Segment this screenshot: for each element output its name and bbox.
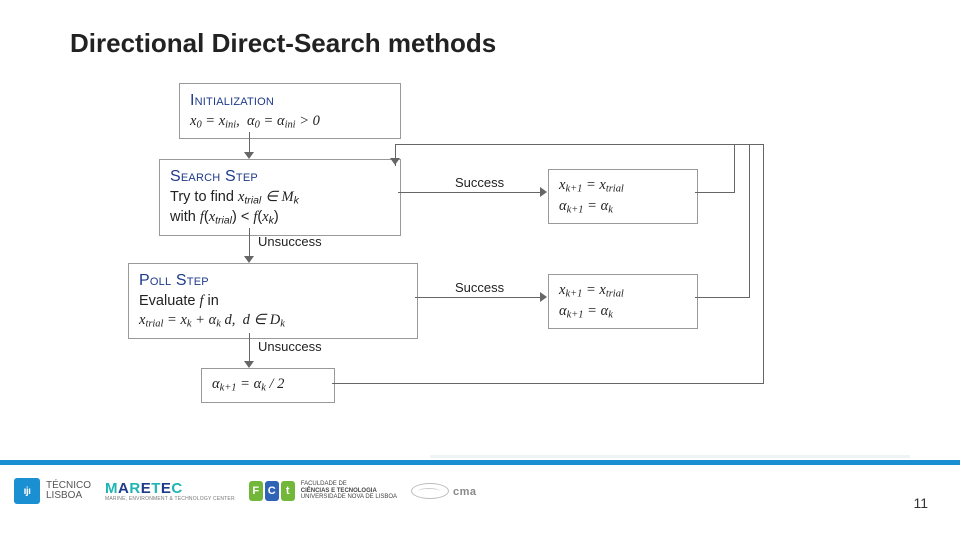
flowchart: Initialization x0 = xini, α0 = αini > 0 … [0,0,960,540]
unsuccess-label-2: Unsuccess [258,339,322,354]
logo-fct: F C t FACULDADE DE CIÊNCIAS E TECNOLOGIA… [249,481,397,501]
unsuccess-label-1: Unsuccess [258,234,322,249]
loop-head [390,158,400,165]
init-caption: Initialization [190,90,390,112]
accent-bar [0,460,960,465]
succ1-line1: xk+1 = xtrial [559,176,687,197]
logo-row: ıjı TÉCNICO LISBOA MARETEC MARINE, ENVIR… [14,478,477,504]
slide: Directional Direct-Search methods Initia… [0,0,960,540]
cma-icon [411,483,449,499]
loop-right-2b [749,144,750,298]
arrow-poll-success-head [540,292,547,302]
arrow-init-search [249,132,250,154]
fct-icon: F C t [249,481,295,501]
halve-box: αk+1 = αk / 2 [201,368,335,403]
cma-text: cma [453,486,477,498]
loop-halve-a [332,383,764,384]
succ2-line1: xk+1 = xtrial [559,281,687,302]
init-body: x0 = xini, α0 = αini > 0 [190,112,390,133]
arrow-poll-success [415,297,542,298]
fct-line1: FACULDADE DE [301,481,397,488]
loop-top-rail [395,144,764,145]
init-box: Initialization x0 = xini, α0 = αini > 0 [179,83,401,139]
loop-right-1a [695,192,735,193]
tecnico-text: TÉCNICO LISBOA [46,481,91,502]
halve-body: αk+1 = αk / 2 [212,375,324,396]
arrow-search-poll-head [244,256,254,263]
page-number: 11 [913,495,928,511]
search-box: Search Step Try to find xtrial ∈ Mk with… [159,159,401,236]
logo-tecnico: ıjı TÉCNICO LISBOA [14,478,91,504]
search-caption: Search Step [170,166,390,188]
arrow-poll-halve [249,333,250,363]
loop-right-1b [734,144,735,193]
poll-body2: xtrial = xk + αk d, d ∈ Dk [139,311,407,332]
arrow-init-search-head [244,152,254,159]
fct-line2: CIÊNCIAS E TECNOLOGIA [301,488,397,495]
arrow-search-success [398,192,542,193]
loop-right-2a [695,297,750,298]
arrow-search-success-head [540,187,547,197]
succ1-line2: αk+1 = αk [559,197,687,218]
fct-text: FACULDADE DE CIÊNCIAS E TECNOLOGIA UNIVE… [301,481,397,501]
tecnico-line2: LISBOA [46,491,91,502]
success-label-1: Success [455,175,504,190]
logo-cma: cma [411,482,477,500]
loop-halve-b [763,144,764,384]
arrow-poll-halve-head [244,361,254,368]
succ2-line2: αk+1 = αk [559,302,687,323]
tecnico-icon: ıjı [14,478,40,504]
arrow-search-poll [249,228,250,258]
poll-body1: Evaluate f in [139,292,407,312]
success-update-1: xk+1 = xtrial αk+1 = αk [548,169,698,224]
faint-divider [430,455,910,458]
search-body1: Try to find xtrial ∈ Mk [170,188,390,209]
fct-line3: UNIVERSIDADE NOVA DE LISBOA [301,494,397,501]
logo-maretec: MARETEC MARINE, ENVIRONMENT & TECHNOLOGY… [105,480,235,502]
poll-caption: Poll Step [139,270,407,292]
search-body2: with f(xtrial) < f(xk) [170,208,390,229]
poll-box: Poll Step Evaluate f in xtrial = xk + αk… [128,263,418,339]
success-label-2: Success [455,280,504,295]
maretec-sub: MARINE, ENVIRONMENT & TECHNOLOGY CENTER [105,496,235,502]
success-update-2: xk+1 = xtrial αk+1 = αk [548,274,698,329]
